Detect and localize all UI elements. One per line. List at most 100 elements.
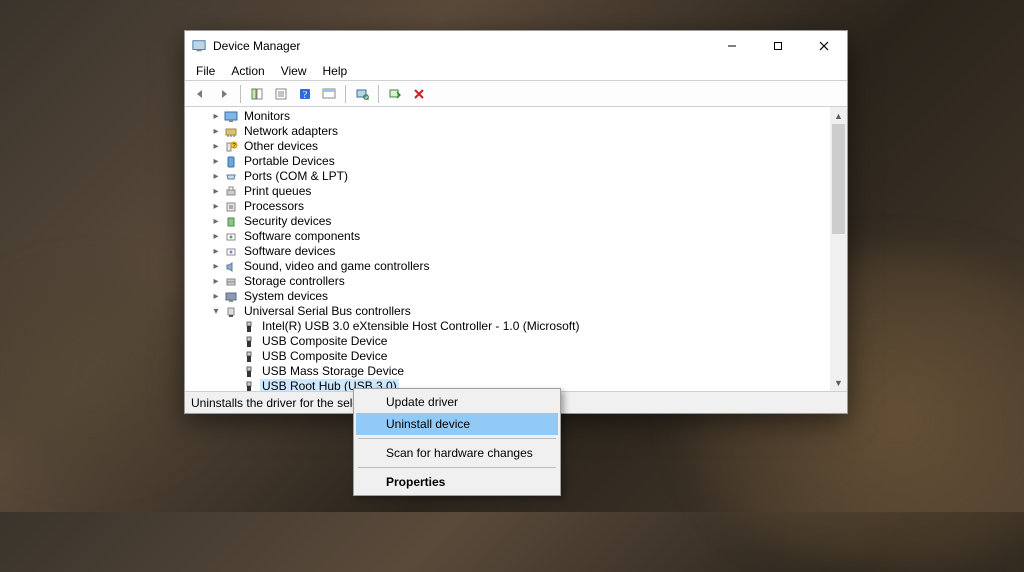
tree-label: Monitors <box>242 109 292 124</box>
scroll-thumb[interactable] <box>832 124 845 234</box>
tree-node-network-adapters[interactable]: ▸ Network adapters <box>191 124 830 139</box>
menu-help[interactable]: Help <box>316 63 355 79</box>
tree-label: Universal Serial Bus controllers <box>242 304 413 319</box>
ctx-update-driver[interactable]: Update driver <box>356 391 558 413</box>
tree-node-other-devices[interactable]: ▸?Other devices <box>191 139 830 154</box>
context-menu: Update driver Uninstall device Scan for … <box>353 388 561 496</box>
chevron-right-icon[interactable]: ▸ <box>209 154 223 169</box>
tree-node-processors[interactable]: ▸ Processors <box>191 199 830 214</box>
ctx-uninstall-device[interactable]: Uninstall device <box>356 413 558 435</box>
monitor-icon <box>223 110 239 124</box>
usb-device-icon <box>241 320 257 334</box>
context-menu-separator <box>358 438 556 439</box>
chevron-right-icon[interactable]: ▸ <box>209 259 223 274</box>
back-button[interactable] <box>189 83 211 105</box>
chevron-right-icon[interactable]: ▸ <box>209 124 223 139</box>
tree-label: Other devices <box>242 139 320 154</box>
forward-button[interactable] <box>213 83 235 105</box>
scroll-up-button[interactable]: ▲ <box>830 107 847 124</box>
tree-label: Processors <box>242 199 306 214</box>
tree-label: Network adapters <box>242 124 340 139</box>
chevron-right-icon[interactable]: ▸ <box>209 274 223 289</box>
svg-text:?: ? <box>303 90 308 101</box>
enable-device-button[interactable] <box>384 83 406 105</box>
tree-node-monitors[interactable]: ▸ Monitors <box>191 109 830 124</box>
tree-label: Software devices <box>242 244 337 259</box>
ctx-scan-for-hardware-changes[interactable]: Scan for hardware changes <box>356 442 558 464</box>
chevron-right-icon[interactable]: ▸ <box>209 109 223 124</box>
statusbar-text: Uninstalls the driver for the select <box>191 396 368 410</box>
tree-node-usb-child[interactable]: ▸Intel(R) USB 3.0 eXtensible Host Contro… <box>191 319 830 334</box>
tree-label: USB Composite Device <box>260 349 389 364</box>
chevron-right-icon[interactable]: ▸ <box>209 199 223 214</box>
software-components-icon <box>223 230 239 244</box>
tree-node-sound[interactable]: ▸Sound, video and game controllers <box>191 259 830 274</box>
chevron-right-icon[interactable]: ▸ <box>209 289 223 304</box>
properties-toolbar-button[interactable] <box>270 83 292 105</box>
software-devices-icon <box>223 245 239 259</box>
titlebar: Device Manager <box>185 31 847 61</box>
usb-device-icon <box>241 350 257 364</box>
tree-node-print-queues[interactable]: ▸Print queues <box>191 184 830 199</box>
window-title: Device Manager <box>213 39 709 53</box>
tree-node-system-devices[interactable]: ▸ System devices <box>191 289 830 304</box>
maximize-button[interactable] <box>755 31 801 61</box>
tree-node-software-devices[interactable]: ▸ Software devices <box>191 244 830 259</box>
network-icon <box>223 125 239 139</box>
chevron-right-icon[interactable]: ▸ <box>209 139 223 154</box>
tree-label: USB Mass Storage Device <box>260 364 406 379</box>
chevron-down-icon[interactable]: ▾ <box>209 304 223 319</box>
show-hide-console-tree-button[interactable] <box>246 83 268 105</box>
printer-icon <box>223 185 239 199</box>
storage-icon <box>223 275 239 289</box>
system-icon <box>223 290 239 304</box>
toolbar-separator <box>345 85 346 103</box>
tree-node-portable-devices[interactable]: ▸Portable Devices <box>191 154 830 169</box>
tree-label: Software components <box>242 229 362 244</box>
tree-node-usb-controllers[interactable]: ▾ Universal Serial Bus controllers <box>191 304 830 319</box>
minimize-button[interactable] <box>709 31 755 61</box>
menu-file[interactable]: File <box>189 63 222 79</box>
tree-label: Ports (COM & LPT) <box>242 169 350 184</box>
device-manager-window: Device Manager File Action View Help ? ▸… <box>184 30 848 414</box>
other-devices-icon: ? <box>223 140 239 154</box>
chevron-right-icon[interactable]: ▸ <box>209 184 223 199</box>
tree-label: System devices <box>242 289 330 304</box>
sound-icon <box>223 260 239 274</box>
toolbar-separator <box>378 85 379 103</box>
device-tree[interactable]: ▸ Monitors ▸ Network adapters ▸?Other devi… <box>185 107 830 391</box>
chevron-right-icon[interactable]: ▸ <box>209 229 223 244</box>
toolbar: ? <box>185 81 847 107</box>
action-menu-button[interactable] <box>318 83 340 105</box>
menu-view[interactable]: View <box>274 63 314 79</box>
close-button[interactable] <box>801 31 847 61</box>
ports-icon <box>223 170 239 184</box>
menubar: File Action View Help <box>185 61 847 81</box>
scan-for-hardware-changes-button[interactable] <box>351 83 373 105</box>
usb-device-icon <box>241 380 257 392</box>
chevron-right-icon[interactable]: ▸ <box>209 214 223 229</box>
uninstall-device-button[interactable] <box>408 83 430 105</box>
menu-action[interactable]: Action <box>224 63 271 79</box>
help-button[interactable]: ? <box>294 83 316 105</box>
tree-node-usb-child[interactable]: ▸USB Composite Device <box>191 334 830 349</box>
tree-label: USB Composite Device <box>260 334 389 349</box>
tree-node-storage-controllers[interactable]: ▸ Storage controllers <box>191 274 830 289</box>
portable-devices-icon <box>223 155 239 169</box>
chevron-right-icon[interactable]: ▸ <box>209 169 223 184</box>
vertical-scrollbar[interactable]: ▲ ▼ <box>830 107 847 391</box>
tree-label: Storage controllers <box>242 274 347 289</box>
tree-node-usb-child[interactable]: ▸USB Mass Storage Device <box>191 364 830 379</box>
scroll-track[interactable] <box>830 124 847 374</box>
tree-node-ports[interactable]: ▸ Ports (COM & LPT) <box>191 169 830 184</box>
chevron-right-icon[interactable]: ▸ <box>209 244 223 259</box>
app-icon <box>191 38 207 54</box>
scroll-down-button[interactable]: ▼ <box>830 374 847 391</box>
ctx-properties[interactable]: Properties <box>356 471 558 493</box>
usb-device-icon <box>241 335 257 349</box>
tree-node-security-devices[interactable]: ▸Security devices <box>191 214 830 229</box>
usb-icon <box>223 305 239 319</box>
tree-node-software-components[interactable]: ▸ Software components <box>191 229 830 244</box>
tree-node-usb-child[interactable]: ▸USB Composite Device <box>191 349 830 364</box>
client-area: ▸ Monitors ▸ Network adapters ▸?Other devi… <box>185 107 847 391</box>
